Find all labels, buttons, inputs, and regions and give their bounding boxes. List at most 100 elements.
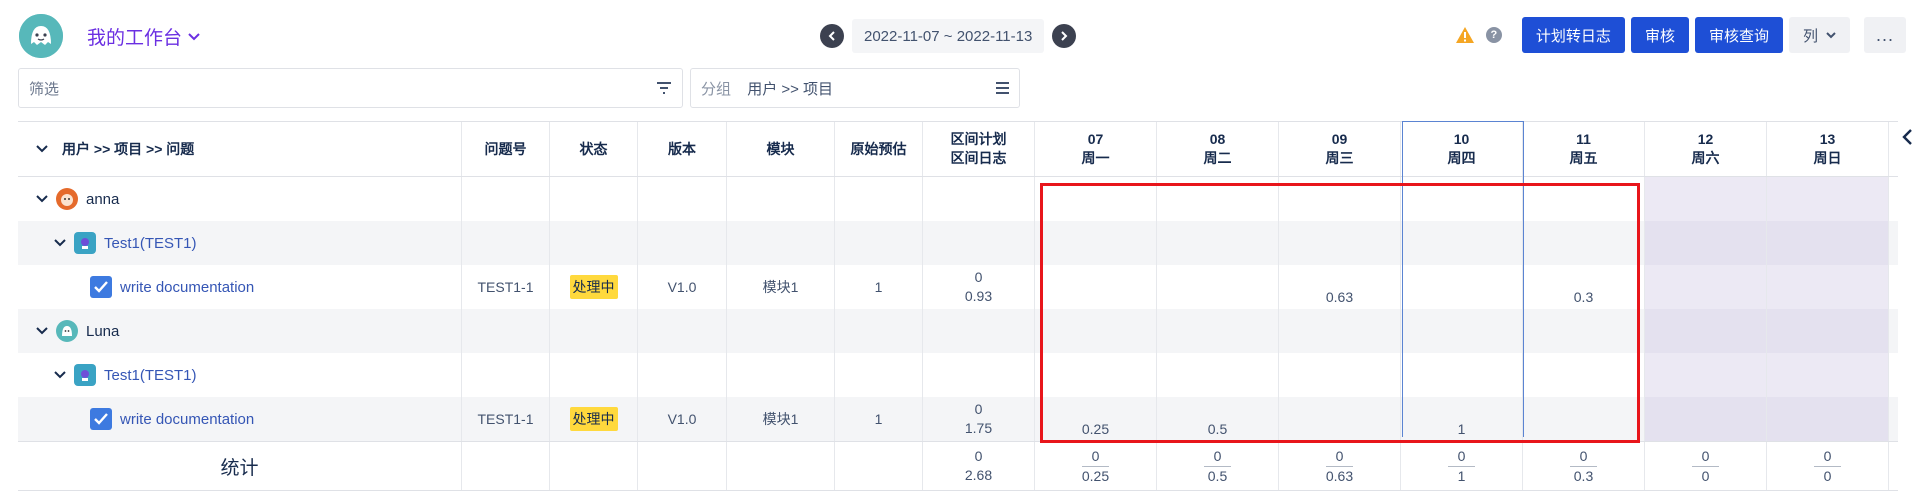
group-value: 用户 >> 项目 bbox=[747, 80, 834, 98]
day-cell[interactable] bbox=[1645, 221, 1767, 265]
day-cell[interactable] bbox=[1157, 353, 1279, 397]
issue-key[interactable]: TEST1-1 bbox=[462, 397, 550, 441]
chevron-left-icon bbox=[828, 31, 835, 41]
day-cell[interactable] bbox=[1645, 265, 1767, 309]
day-cell[interactable] bbox=[1523, 177, 1645, 221]
day-total-plan: 0 bbox=[1203, 447, 1232, 467]
avatar bbox=[56, 188, 78, 210]
day-cell[interactable] bbox=[1157, 221, 1279, 265]
issue-key-header[interactable]: 问题号 bbox=[462, 122, 550, 176]
review-query-button[interactable]: 审核查询 bbox=[1694, 17, 1783, 53]
chevron-down-icon[interactable] bbox=[36, 145, 48, 153]
day-total: 0 0.3 bbox=[1523, 442, 1645, 490]
day-cell[interactable] bbox=[1035, 309, 1157, 353]
original-estimate: 1 bbox=[835, 397, 923, 441]
issue-summary-link[interactable]: write documentation bbox=[120, 279, 254, 296]
issue-tree-cell[interactable]: write documentation bbox=[18, 265, 462, 309]
day-cell[interactable]: 0.5 bbox=[1157, 397, 1279, 441]
day-cell[interactable] bbox=[1645, 397, 1767, 441]
chevron-down-icon[interactable] bbox=[36, 192, 48, 206]
chevron-right-icon bbox=[1061, 31, 1068, 41]
range-header[interactable]: 区间计划 区间日志 bbox=[923, 122, 1035, 176]
tree-column-header[interactable]: 用户 >> 项目 >> 问题 bbox=[18, 122, 462, 176]
day-cell[interactable] bbox=[1401, 221, 1523, 265]
day-cell[interactable] bbox=[1279, 177, 1401, 221]
filter-icon[interactable] bbox=[656, 82, 672, 94]
project-link[interactable]: Test1(TEST1) bbox=[104, 367, 197, 384]
day-cell[interactable] bbox=[1401, 353, 1523, 397]
day-cell[interactable] bbox=[1035, 221, 1157, 265]
warning-icon[interactable] bbox=[1454, 25, 1476, 45]
filter-input[interactable]: 筛选 bbox=[18, 68, 683, 108]
day-cell[interactable] bbox=[1645, 309, 1767, 353]
collapse-panel-icon[interactable] bbox=[1898, 125, 1916, 149]
day-cell[interactable] bbox=[1401, 309, 1523, 353]
issue-key[interactable]: TEST1-1 bbox=[462, 265, 550, 309]
day-cell[interactable] bbox=[1767, 353, 1889, 397]
status-header[interactable]: 状态 bbox=[550, 122, 638, 176]
day-cell[interactable]: 0.3 bbox=[1523, 265, 1645, 309]
day-week: 周六 bbox=[1691, 150, 1720, 166]
group-by-select[interactable]: 分组 用户 >> 项目 bbox=[690, 68, 1020, 108]
day-cell[interactable] bbox=[1279, 221, 1401, 265]
day-cell[interactable] bbox=[1157, 265, 1279, 309]
original-estimate-header[interactable]: 原始预估 bbox=[835, 122, 923, 176]
prev-week-button[interactable] bbox=[820, 24, 844, 48]
day-cell[interactable] bbox=[1523, 353, 1645, 397]
table-row-totals: 统计 0 2.68 0 0.25 0 0.5 0 0.63 01 0 0.3 00 00 bbox=[18, 441, 1898, 491]
day-cell[interactable] bbox=[1279, 309, 1401, 353]
day-cell[interactable] bbox=[1279, 397, 1401, 441]
day-cell[interactable] bbox=[1523, 309, 1645, 353]
day-total: 00 bbox=[1767, 442, 1889, 490]
day-cell[interactable] bbox=[1035, 353, 1157, 397]
status-badge: 处理中 bbox=[569, 407, 618, 431]
day-cell[interactable] bbox=[1767, 397, 1889, 441]
project-tree-cell[interactable]: Test1(TEST1) bbox=[18, 353, 462, 397]
user-tree-cell[interactable]: Luna bbox=[18, 309, 462, 353]
version-header[interactable]: 版本 bbox=[638, 122, 727, 176]
columns-button[interactable]: 列 bbox=[1788, 17, 1850, 53]
issue-summary-link[interactable]: write documentation bbox=[120, 411, 254, 428]
version: V1.0 bbox=[638, 265, 727, 309]
day-cell[interactable]: 0.63 bbox=[1279, 265, 1401, 309]
chevron-down-icon[interactable] bbox=[54, 368, 66, 382]
day-cell[interactable] bbox=[1279, 353, 1401, 397]
day-cell[interactable] bbox=[1157, 177, 1279, 221]
menu-icon[interactable] bbox=[996, 82, 1009, 94]
workspace-title-dropdown[interactable]: 我的工作台 bbox=[87, 23, 200, 50]
day-cell[interactable] bbox=[1401, 177, 1523, 221]
day-cell[interactable] bbox=[1035, 265, 1157, 309]
chevron-down-icon bbox=[1826, 31, 1836, 38]
date-range-picker[interactable]: 2022-11-07 ~ 2022-11-13 bbox=[852, 19, 1045, 53]
chevron-down-icon[interactable] bbox=[36, 324, 48, 338]
day-total: 0 0.63 bbox=[1279, 442, 1401, 490]
module-header[interactable]: 模块 bbox=[727, 122, 835, 176]
day-cell[interactable]: 0.25 bbox=[1035, 397, 1157, 441]
user-tree-cell[interactable]: anna bbox=[18, 177, 462, 221]
day-total-plan: 0 bbox=[1691, 447, 1720, 467]
day-cell[interactable] bbox=[1767, 265, 1889, 309]
day-cell[interactable] bbox=[1767, 309, 1889, 353]
version: V1.0 bbox=[638, 397, 727, 441]
day-week: 周三 bbox=[1325, 150, 1354, 166]
help-icon[interactable]: ? bbox=[1485, 27, 1502, 43]
day-header: 09 周三 bbox=[1279, 122, 1401, 176]
day-cell[interactable] bbox=[1767, 177, 1889, 221]
day-cell[interactable] bbox=[1523, 397, 1645, 441]
project-link[interactable]: Test1(TEST1) bbox=[104, 235, 197, 252]
day-cell[interactable]: 1 bbox=[1401, 397, 1523, 441]
chevron-down-icon[interactable] bbox=[54, 236, 66, 250]
day-cell[interactable] bbox=[1401, 265, 1523, 309]
issue-tree-cell[interactable]: write documentation bbox=[18, 397, 462, 441]
day-cell[interactable] bbox=[1645, 177, 1767, 221]
review-button[interactable]: 审核 bbox=[1630, 17, 1689, 53]
day-cell[interactable] bbox=[1157, 309, 1279, 353]
more-button[interactable]: ... bbox=[1863, 17, 1906, 53]
day-cell[interactable] bbox=[1523, 221, 1645, 265]
next-week-button[interactable] bbox=[1052, 24, 1077, 48]
plan-to-log-button[interactable]: 计划转日志 bbox=[1521, 17, 1625, 53]
project-tree-cell[interactable]: Test1(TEST1) bbox=[18, 221, 462, 265]
day-cell[interactable] bbox=[1035, 177, 1157, 221]
day-cell[interactable] bbox=[1767, 221, 1889, 265]
day-cell[interactable] bbox=[1645, 353, 1767, 397]
